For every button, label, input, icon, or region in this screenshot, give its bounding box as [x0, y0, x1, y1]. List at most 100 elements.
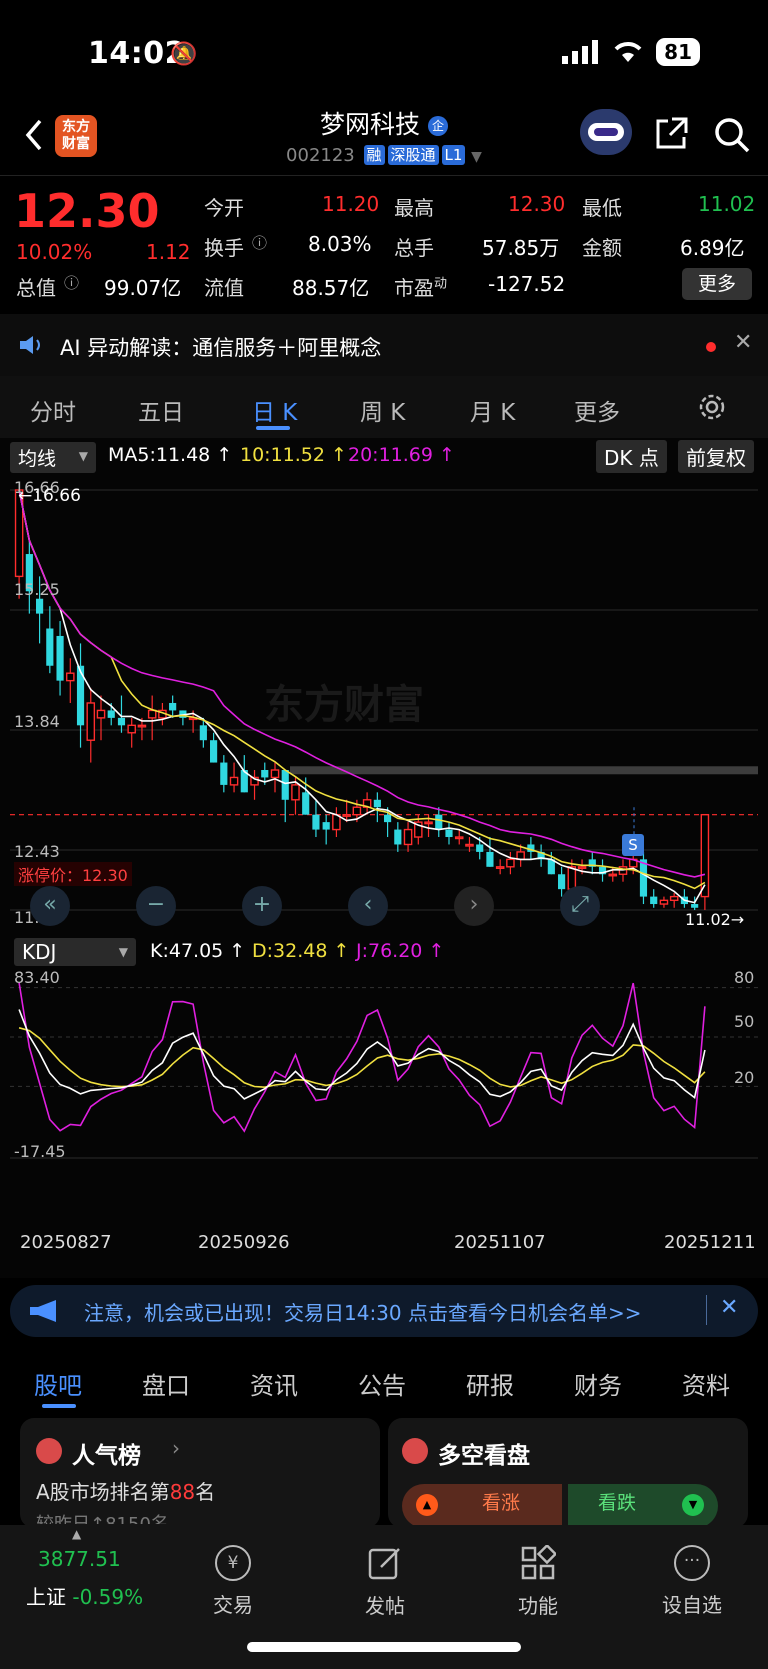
- close-icon[interactable]: ✕: [734, 330, 752, 355]
- share-icon[interactable]: [652, 115, 690, 153]
- date-label-3: 20251107: [454, 1232, 546, 1253]
- fullscreen-button[interactable]: ⤢: [560, 886, 600, 926]
- tab-profile[interactable]: 资料: [682, 1366, 730, 1401]
- candle: [250, 770, 259, 800]
- grid-icon: [521, 1543, 558, 1580]
- robot-avatar-icon[interactable]: [580, 109, 632, 155]
- tab-announcement[interactable]: 公告: [358, 1366, 406, 1401]
- bearish-button[interactable]: 看跌 ▼: [568, 1484, 718, 1528]
- rank-suffix: 名: [195, 1480, 216, 1504]
- nav-add-watchlist[interactable]: ··· 设自选: [632, 1545, 752, 1618]
- more-button[interactable]: 更多: [682, 268, 752, 300]
- tab-more[interactable]: 更多: [574, 393, 620, 427]
- adjust-price-button[interactable]: 前复权: [678, 440, 754, 473]
- change-amount: 1.12: [146, 240, 191, 264]
- info-icon[interactable]: ⓘ: [252, 232, 267, 253]
- dk-point-button[interactable]: DK 点: [596, 440, 667, 473]
- kdj-select[interactable]: KDJ ▼: [14, 938, 136, 966]
- candle: [76, 643, 85, 748]
- stock-name: 梦网科技: [320, 110, 421, 139]
- open-value: 11.20: [322, 192, 380, 216]
- bull-bear-card[interactable]: 多空看盘 看涨 ▲ 看跌 ▼: [388, 1418, 748, 1528]
- last-price: 12.30: [14, 184, 160, 238]
- stock-header: 东方 财富 梦网科技 企 002123 融深股通 L1 ▼: [0, 105, 768, 175]
- zoom-out-button[interactable]: −: [136, 886, 176, 926]
- nav-post[interactable]: 发帖: [325, 1545, 445, 1619]
- tab-daily-k[interactable]: 日 K: [252, 393, 297, 427]
- tab-finance[interactable]: 财务: [574, 1366, 622, 1401]
- y-tick-4: 12.43: [14, 842, 60, 861]
- resistance-band: [290, 766, 758, 775]
- tab-five-day[interactable]: 五日: [138, 393, 184, 427]
- dropdown-icon: ▼: [471, 149, 482, 165]
- candle: [435, 807, 443, 838]
- candle: [639, 851, 648, 905]
- amount-value: 6.89亿: [680, 236, 745, 260]
- tab-guba[interactable]: 股吧: [34, 1366, 82, 1401]
- tab-research[interactable]: 研报: [466, 1366, 514, 1401]
- kdj-k-line: [18, 1009, 706, 1100]
- candle: [403, 822, 413, 852]
- market-cap-label[interactable]: 总值: [16, 272, 56, 301]
- candle: [210, 732, 218, 763]
- zoom-in-button[interactable]: +: [242, 886, 282, 926]
- candle: [669, 892, 679, 908]
- divider: [0, 175, 768, 176]
- high-label: 最高: [394, 196, 434, 220]
- tab-intraday[interactable]: 分时: [30, 393, 76, 427]
- tab-news[interactable]: 资讯: [250, 1366, 298, 1401]
- index-pct: -0.59%: [72, 1585, 144, 1609]
- float-cap-label: 流值: [204, 276, 244, 300]
- info-icon[interactable]: ⓘ: [64, 272, 79, 293]
- enterprise-badge: 企: [427, 116, 448, 136]
- turnover-label[interactable]: 换手: [204, 232, 244, 261]
- cards-row: 人气榜 › A股市场排名第88名 较昨日↑8150名 多空看盘 看涨 ▲ 看跌 …: [0, 1418, 768, 1528]
- index-name: 上证: [26, 1585, 66, 1609]
- tab-weekly-k[interactable]: 周 K: [360, 393, 405, 427]
- opportunity-notice[interactable]: 注意，机会或已出现！交易日14:30 点击查看今日机会名单>> ✕: [10, 1285, 758, 1337]
- kdj-d-value: D:32.48 ↑: [252, 940, 350, 962]
- search-icon[interactable]: [712, 115, 752, 155]
- volume-label: 总手: [394, 236, 434, 260]
- pe-sup: 动: [434, 276, 448, 292]
- vs-icon: [402, 1438, 428, 1464]
- tab-monthly-k[interactable]: 月 K: [470, 393, 515, 427]
- nav-trade[interactable]: ¥ 交易: [173, 1545, 293, 1618]
- nav-functions[interactable]: 功能: [478, 1543, 598, 1619]
- popularity-rank: A股市场排名第88名: [36, 1476, 215, 1505]
- indicator-select[interactable]: 均线 ▼: [10, 442, 96, 473]
- settings-gear-icon[interactable]: [697, 392, 727, 422]
- candle: [588, 851, 596, 875]
- candle: [86, 688, 96, 763]
- pe-label-text: 市盈: [394, 276, 434, 300]
- candle: [220, 755, 228, 793]
- close-icon[interactable]: ✕: [720, 1295, 738, 1320]
- candle: [445, 822, 453, 845]
- unread-dot: [706, 342, 716, 352]
- kdj-tick-top: 83.40: [14, 968, 60, 987]
- candle: [486, 837, 494, 867]
- candle: [229, 762, 239, 793]
- ai-insight-bar[interactable]: AI 异动解读：通信服务＋阿里概念 ✕: [0, 314, 768, 376]
- min-price-label: 11.02→: [685, 910, 745, 929]
- speaker-icon: [20, 336, 40, 354]
- index-row[interactable]: 上证 -0.59%: [26, 1581, 143, 1610]
- chevron-right-icon: ›: [172, 1436, 180, 1460]
- fast-back-button[interactable]: «: [30, 886, 70, 926]
- bullish-button[interactable]: 看涨 ▲: [402, 1484, 562, 1528]
- tab-pankou[interactable]: 盘口: [142, 1366, 190, 1401]
- yen-icon: ¥: [215, 1545, 251, 1581]
- tag-margin: 融: [363, 145, 385, 165]
- kdj-k-value: K:47.05 ↑: [150, 940, 246, 962]
- scroll-left-button[interactable]: ‹: [348, 886, 388, 926]
- mute-icon: 🔕: [170, 42, 198, 67]
- sell-signal-marker[interactable]: S: [622, 834, 644, 856]
- candle: [598, 859, 607, 882]
- scroll-right-button[interactable]: ›: [454, 886, 494, 926]
- candle: [46, 606, 54, 674]
- market-cap-value: 99.07亿: [104, 276, 182, 300]
- amount-label: 金额: [582, 236, 622, 260]
- popularity-card[interactable]: 人气榜 › A股市场排名第88名 较昨日↑8150名: [20, 1418, 380, 1528]
- date-label-2: 20250926: [198, 1232, 290, 1253]
- index-value[interactable]: 3877.51: [38, 1547, 121, 1571]
